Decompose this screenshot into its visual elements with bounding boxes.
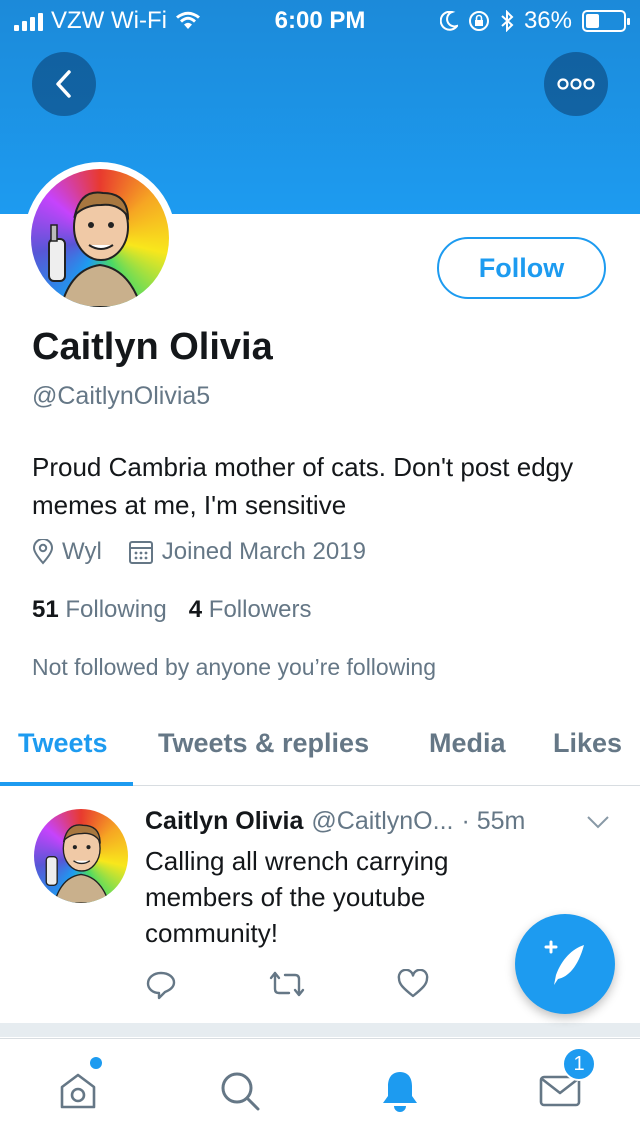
tweet-author-handle: @CaitlynO... [311, 807, 454, 835]
compose-tweet-icon [544, 940, 584, 985]
profile-handle: @CaitlynOlivia5 [32, 382, 211, 410]
more-options-icon [557, 78, 595, 90]
tweet-timestamp: · 55m [461, 807, 526, 835]
not-followed-notice: Not followed by anyone you’re following [32, 654, 437, 680]
nav-messages[interactable]: 1 [530, 1047, 596, 1121]
tab-tweets-replies[interactable]: Tweets & replies [158, 728, 369, 759]
messages-badge: 1 [562, 1047, 596, 1081]
calendar-icon [128, 541, 153, 564]
notifications-icon [383, 1072, 417, 1112]
tweet-avatar[interactable] [34, 809, 128, 903]
location-pin-icon [32, 539, 54, 565]
avatar-illustration-icon [48, 191, 143, 307]
tweet-actions [145, 969, 429, 1001]
tab-tweets[interactable]: Tweets [18, 728, 108, 759]
profile-bio: Proud Cambria mother of cats. Don't post… [32, 452, 574, 520]
bluetooth-icon [501, 10, 514, 32]
tab-media[interactable]: Media [429, 728, 506, 759]
like-icon[interactable] [397, 969, 429, 999]
home-new-indicator [90, 1057, 102, 1069]
battery-percent: 36% [523, 7, 572, 34]
location-label: Wyl [62, 538, 102, 565]
rotation-lock-icon [468, 11, 489, 31]
nav-home[interactable] [48, 1057, 108, 1121]
followers-link[interactable]: 4 Followers [189, 596, 312, 624]
home-icon [60, 1073, 96, 1109]
tweet-header: Caitlyn Olivia @CaitlynO... · 55m [145, 807, 525, 836]
tab-likes[interactable]: Likes [553, 728, 622, 759]
moon-icon [439, 11, 458, 31]
tweet-author-name[interactable]: Caitlyn Olivia [145, 807, 303, 836]
more-options-button[interactable] [544, 52, 608, 116]
join-date: Joined March 2019 [128, 538, 366, 566]
status-bar: VZW Wi-Fi 6:00 PM 36% [0, 0, 640, 40]
battery-icon [582, 10, 630, 32]
join-date-label: Joined March 2019 [161, 538, 366, 565]
follow-counts: 51 Following 4 Followers [32, 596, 312, 624]
profile-meta: Wyl Joined March 2019 [32, 538, 392, 566]
back-arrow-icon [56, 70, 71, 98]
feed-separator [0, 1023, 640, 1037]
location: Wyl [32, 538, 102, 566]
profile-tabs: Tweets Tweets & replies Media Likes [0, 708, 640, 786]
retweet-icon[interactable] [269, 969, 305, 999]
back-button[interactable] [32, 52, 96, 116]
compose-tweet-button[interactable] [515, 914, 615, 1014]
profile-avatar[interactable] [24, 162, 176, 314]
chevron-down-icon[interactable] [586, 815, 610, 829]
reply-icon[interactable] [145, 969, 177, 1001]
following-link[interactable]: 51 Following [32, 596, 167, 624]
tweet-text: Calling all wrench carrying members of t… [145, 846, 449, 948]
search-icon [221, 1072, 260, 1111]
nav-notifications[interactable] [370, 1061, 430, 1121]
nav-search[interactable] [210, 1061, 270, 1121]
profile-name: Caitlyn Olivia [32, 326, 273, 368]
follow-button[interactable]: Follow [437, 237, 606, 299]
active-tab-indicator [0, 782, 133, 786]
bottom-navigation: 1 [0, 1038, 640, 1136]
avatar-illustration-icon [45, 824, 110, 903]
